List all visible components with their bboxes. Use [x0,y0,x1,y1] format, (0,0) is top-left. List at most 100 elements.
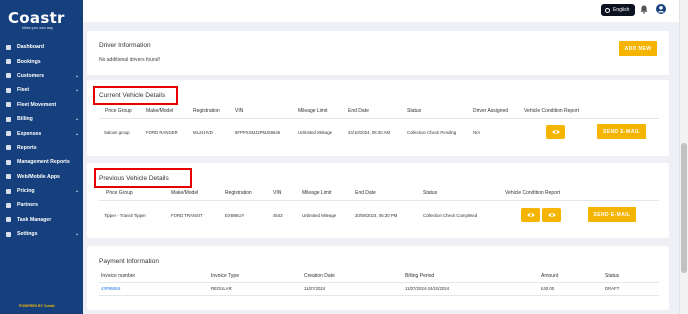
sidebar-item-expenses[interactable]: Expenses ⌄ [0,126,83,140]
chevron-down-icon: ⌄ [75,72,80,79]
col-header: Make/Model [171,190,199,196]
end-date-cell: 24/10/2024, 06:30 AM [348,130,391,135]
sidebar-item-label: Task Manager [17,216,52,223]
col-header: Billing Period [405,273,435,279]
car-icon [6,87,11,93]
sidebar-item-label: Fleet [17,87,30,94]
sidebar-item-label: Settings [17,231,38,238]
view-condition-report-button[interactable] [546,125,565,139]
status-cell: DRAFT [605,286,620,291]
sidebar-item-label: Billing [17,116,33,123]
language-label: English [613,7,630,13]
expenses-icon [6,131,11,137]
management-reports-icon [6,159,11,165]
sidebar-item-billing[interactable]: Billing ⌄ [0,112,83,126]
billing-icon [6,116,11,122]
partners-icon [6,202,11,208]
view-condition-report-button[interactable] [521,208,540,222]
sidebar-item-label: Fleet Movement [17,101,57,108]
col-header: Price Group [106,190,133,196]
sidebar-nav: Dashboard Bookings Customers ⌄ Fleet ⌄ Fleet M… [0,40,83,241]
sidebar-item-bookings[interactable]: Bookings [0,54,83,68]
sidebar-item-task-manager[interactable]: Task Manager [0,213,83,227]
scrollbar-thumb[interactable] [681,143,687,273]
sidebar-item-label: Customers [17,72,45,79]
globe-icon [605,7,610,13]
sidebar-item-label: Dashboard [17,44,45,51]
current-vehicle-card: Current Vehicle Details Price Group Make… [87,80,669,156]
billing-period-cell: 11/07/2024-24/10/2024 [405,286,450,291]
vin-cell: 4543 [273,213,283,218]
col-header: Creation Date [304,273,335,279]
col-header: Status [605,273,620,279]
registration-cell: EX69EUY [225,213,245,218]
invoice-number-link[interactable]: 43P8WK6 [101,286,120,291]
dashboard-icon [6,44,11,50]
amount-cell: £40.00 [541,286,555,291]
brand-tagline: Make your own way [22,26,53,30]
end-date-cell: 20/08/2024, 05:30 PM [355,213,398,218]
col-header: Status [407,108,422,114]
language-selector[interactable]: English [601,4,635,16]
vin-cell: 6FPPXXMJ2PMJ59546 [235,130,281,135]
sidebar-item-customers[interactable]: Customers ⌄ [0,69,83,83]
chevron-down-icon: ⌄ [75,130,80,137]
col-header: End Date [355,190,376,196]
col-header: Driver Assigned [473,108,509,114]
sidebar-item-label: Partners [17,202,39,209]
driver-information-title: Driver Information [99,42,151,49]
send-email-button[interactable]: SEND E-MAIL [597,124,646,139]
gear-icon [6,231,11,237]
col-header: Registration [225,190,252,196]
driver-assigned-cell: N/A [473,130,481,135]
sidebar-item-label: Pricing [17,188,35,195]
sidebar-item-reports[interactable]: Reports [0,141,83,155]
customers-icon [6,73,11,79]
price-group-cell: Tipper - Transit Tipper [104,213,146,218]
col-header: Vehicle Condition Report [524,108,580,114]
no-drivers-text: No additional drivers found! [99,57,160,63]
add-new-driver-button[interactable]: ADD NEW [619,41,657,56]
col-header: End Date [348,108,369,114]
payment-information-card: Payment Information Invoice number Invoi… [87,246,669,310]
col-header: Registration [193,108,220,114]
invoice-type-cell: REGULAR [211,286,232,291]
divider [99,295,659,296]
sidebar-item-pricing[interactable]: Pricing ⌄ [0,184,83,198]
col-header: Vehicle Condition Report [505,190,561,196]
sidebar-item-web-mobile-apps[interactable]: Web/Mobile Apps [0,170,83,184]
sidebar-item-management-reports[interactable]: Management Reports [0,155,83,169]
page-scrollbar[interactable] [679,0,688,314]
apps-icon [6,174,11,180]
user-avatar-icon[interactable] [656,4,666,14]
payment-information-title: Payment Information [99,258,159,265]
divider [99,282,659,283]
driver-information-card: Driver Information No additional drivers… [87,31,669,75]
sidebar-item-fleet[interactable]: Fleet ⌄ [0,83,83,97]
col-header: Status [423,190,438,196]
col-header: Amount [541,273,559,279]
eye-icon [547,213,556,217]
chevron-down-icon: ⌄ [75,87,80,94]
pricing-icon [6,188,11,194]
col-header: Price Group [105,108,132,114]
chevron-down-icon: ⌄ [75,231,80,238]
sidebar-item-fleet-movement[interactable]: Fleet Movement [0,98,83,112]
powered-by-logo: POWERED BY Coastr [19,304,55,308]
sidebar-item-label: Expenses [17,130,42,137]
registration-cell: ML21HVD [193,130,213,135]
col-header: Mileage Limit [298,108,328,114]
col-header: Invoice Type [211,273,239,279]
send-email-button[interactable]: SEND E-MAIL [588,207,636,222]
sidebar-item-partners[interactable]: Partners [0,198,83,212]
sidebar-item-dashboard[interactable]: Dashboard [0,40,83,54]
col-header: Make/Model [146,108,174,114]
creation-date-cell: 11/07/2024 [304,286,326,291]
make-model-cell: FORD TRANSIT [171,213,203,218]
view-condition-report-button-2[interactable] [542,208,561,222]
chevron-down-icon: ⌄ [75,188,80,195]
brand-logo[interactable]: Coastr Make your own way [8,9,78,33]
divider [99,118,659,119]
sidebar-item-settings[interactable]: Settings ⌄ [0,227,83,241]
bell-icon[interactable] [640,5,648,14]
